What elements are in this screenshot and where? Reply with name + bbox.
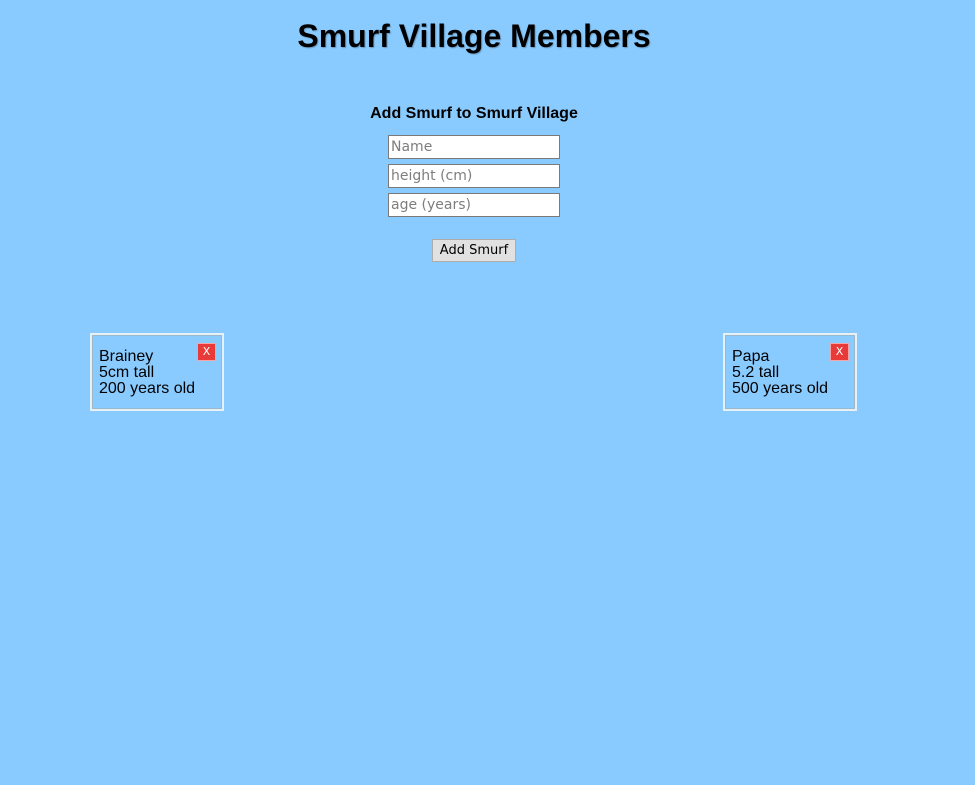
member-age: 200 years old — [99, 380, 196, 397]
member-card: X Brainey 5cm tall 200 years old — [90, 333, 224, 411]
member-height: 5cm tall — [99, 364, 155, 381]
add-smurf-button[interactable]: Add Smurf — [432, 239, 516, 262]
page-title: Smurf Village Members — [297, 18, 651, 54]
member-card: X Papa 5.2 tall 500 years old — [723, 333, 857, 411]
height-input[interactable] — [388, 164, 560, 188]
remove-member-button[interactable]: X — [830, 343, 849, 361]
form-heading: Add Smurf to Smurf Village — [370, 105, 578, 122]
member-age: 500 years old — [732, 380, 829, 397]
member-height: 5.2 tall — [732, 364, 780, 381]
age-input[interactable] — [388, 193, 560, 217]
name-input[interactable] — [388, 135, 560, 159]
remove-member-button[interactable]: X — [197, 343, 216, 361]
